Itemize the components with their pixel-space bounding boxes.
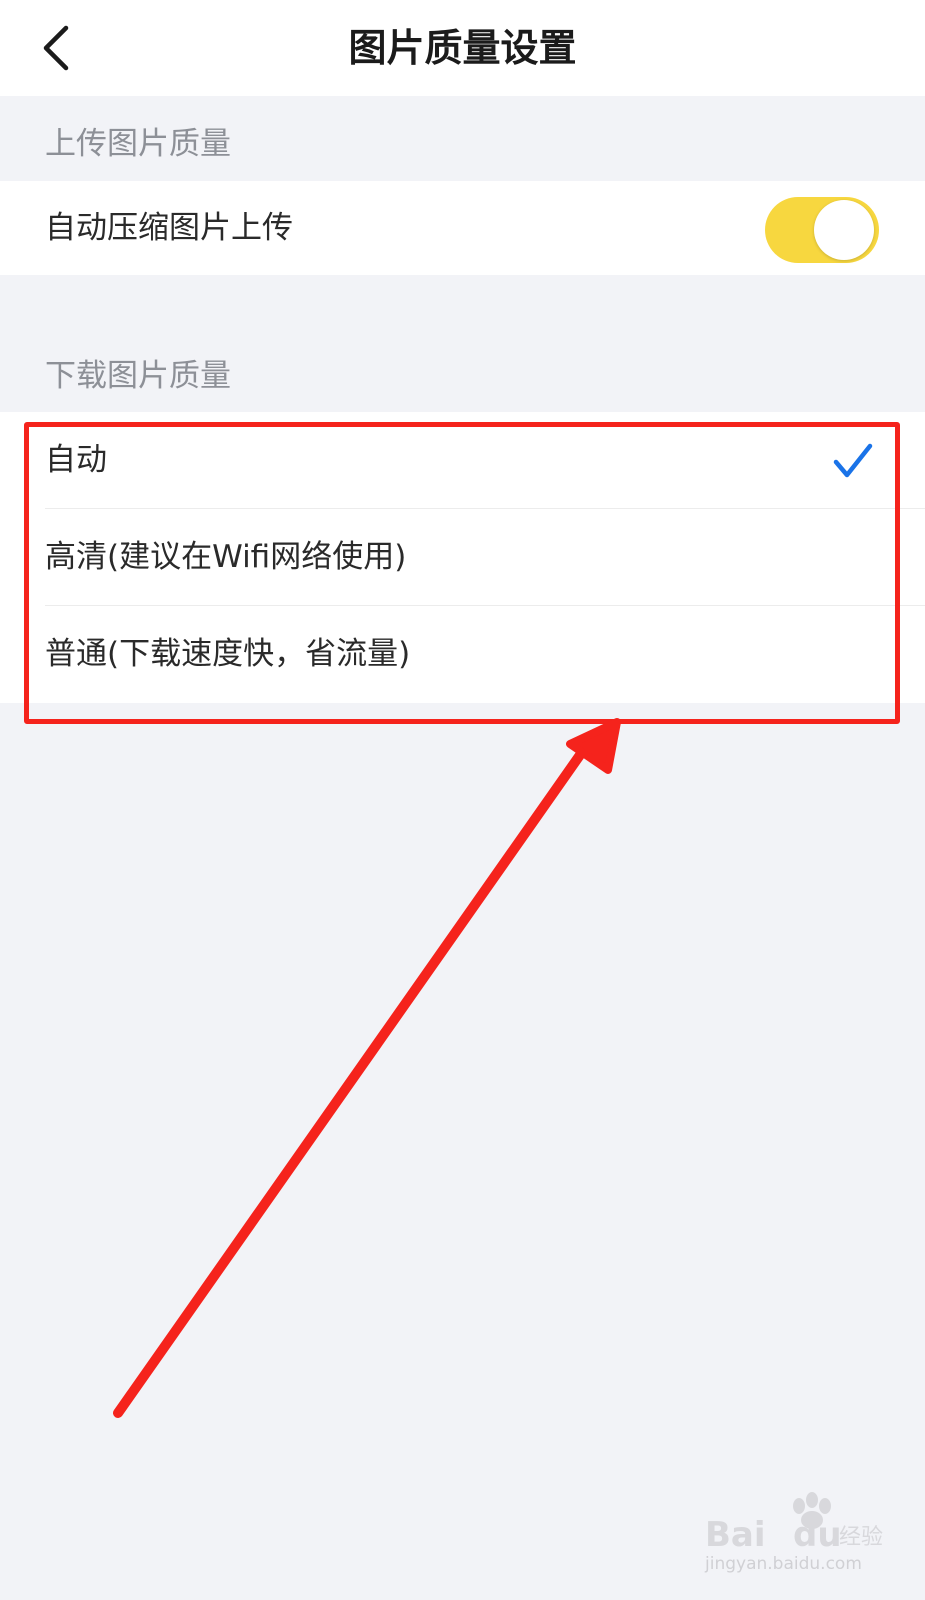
svg-text:du: du (793, 1515, 842, 1555)
annotation-arrow-icon (113, 718, 621, 1418)
svg-text:Bai: Bai (705, 1515, 766, 1555)
baidu-jingyan-watermark: Bai du 经验 jingyan.baidu.com (705, 1488, 885, 1578)
svg-text:经验: 经验 (839, 1525, 883, 1550)
watermark-url: jingyan.baidu.com (705, 1554, 862, 1574)
